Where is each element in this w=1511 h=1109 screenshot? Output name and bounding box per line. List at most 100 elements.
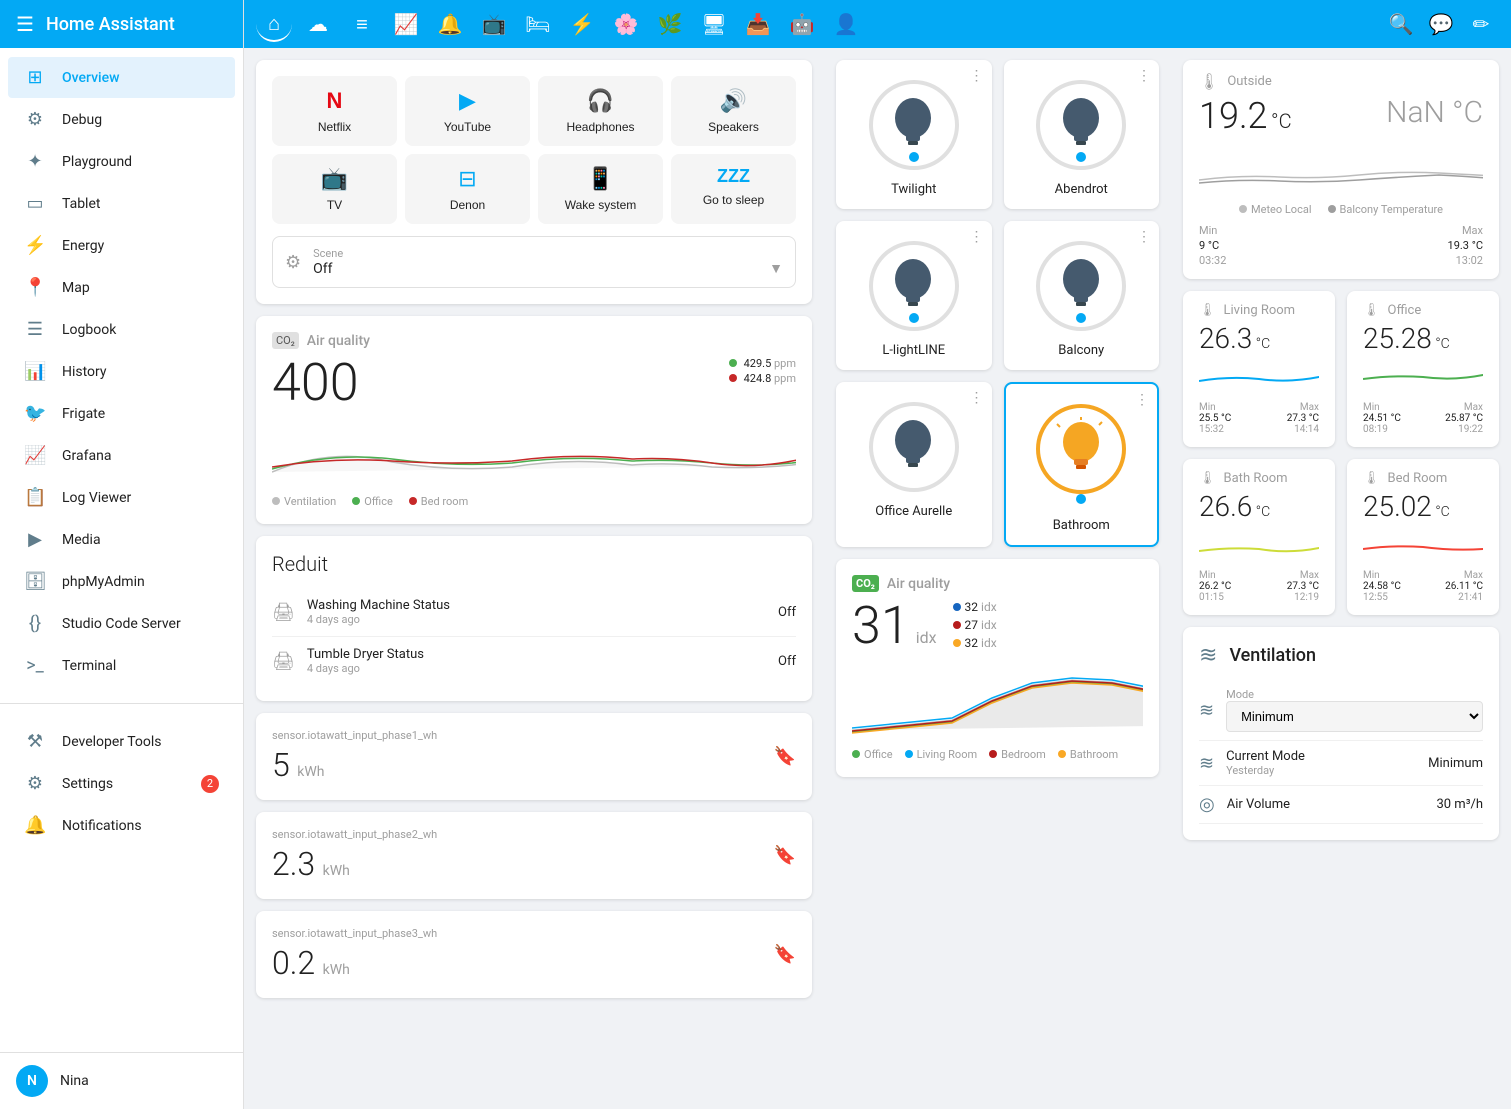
code-icon: {} bbox=[24, 613, 46, 634]
sidebar-item-history[interactable]: 📊 History bbox=[8, 351, 235, 392]
nav-home[interactable]: ⌂ bbox=[256, 6, 292, 42]
air-quality-center-card: CO₂ Air quality 31 idx 32 idx 27 idx 32 … bbox=[836, 559, 1159, 777]
llightline-label: L-lightLINE bbox=[882, 343, 945, 358]
nav-leaf[interactable]: 🌿 bbox=[652, 6, 688, 42]
light-menu-bathroom[interactable]: ⋮ bbox=[1135, 392, 1149, 408]
vent-mode-icon: ≋ bbox=[1199, 700, 1214, 721]
light-menu-llightline[interactable]: ⋮ bbox=[970, 229, 984, 245]
vent-mode-row: ≋ Mode Minimum Normal Maximum bbox=[1199, 680, 1483, 741]
nav-bolt[interactable]: ⚡ bbox=[564, 6, 600, 42]
light-card-llightline[interactable]: ⋮ L-lightLINE bbox=[836, 221, 992, 370]
nav-monitor[interactable]: 🖥 bbox=[696, 6, 732, 42]
bulb-svg-balcony bbox=[1054, 254, 1109, 319]
light-card-balcony[interactable]: ⋮ Balcony bbox=[1004, 221, 1160, 370]
nav-inbox[interactable]: 📥 bbox=[740, 6, 776, 42]
nav-sliders[interactable]: ≡ bbox=[344, 6, 380, 42]
sidebar-item-frigate[interactable]: 🐦 Frigate bbox=[8, 393, 235, 434]
sleep-button[interactable]: ZZZ Go to sleep bbox=[671, 154, 796, 224]
sidebar-item-phpmyadmin[interactable]: 🗄 phpMyAdmin bbox=[8, 561, 235, 602]
chat-icon[interactable]: 💬 bbox=[1423, 6, 1459, 42]
sidebar-item-label: Tablet bbox=[62, 196, 100, 212]
sidebar-item-debug[interactable]: ⚙ Debug bbox=[8, 99, 235, 140]
temp-header-office: 🌡 Office bbox=[1363, 303, 1483, 318]
mode-label: Mode bbox=[1226, 688, 1483, 701]
denon-icon: ⊟ bbox=[458, 166, 476, 192]
aq-dot-2 bbox=[729, 374, 737, 382]
min-temp: 9 °C bbox=[1199, 239, 1340, 252]
sidebar-item-label: Settings bbox=[62, 776, 113, 792]
outside-nan-temp: NaN °C bbox=[1386, 95, 1483, 130]
panel-right: 🌡 Outside 19.2 °C NaN °C bbox=[1171, 48, 1511, 1109]
sidebar-item-tablet[interactable]: ▭ Tablet bbox=[8, 183, 235, 224]
bedroom-temp-unit: °C bbox=[1435, 504, 1449, 520]
search-icon[interactable]: 🔍 bbox=[1383, 6, 1419, 42]
nav-flower[interactable]: 🌸 bbox=[608, 6, 644, 42]
wake-button[interactable]: 📱 Wake system bbox=[538, 154, 663, 224]
sidebar-item-grafana[interactable]: 📈 Grafana bbox=[8, 435, 235, 476]
sidebar-item-label: Grafana bbox=[62, 448, 111, 464]
nav-bed[interactable]: 🛏 bbox=[520, 6, 556, 42]
sidebar-item-notifications[interactable]: 🔔 Notifications bbox=[8, 805, 235, 846]
sidebar-item-codeserver[interactable]: {} Studio Code Server bbox=[8, 603, 235, 644]
mode-select[interactable]: Minimum Normal Maximum bbox=[1226, 701, 1483, 732]
sidebar-item-logviewer[interactable]: 📋 Log Viewer bbox=[8, 477, 235, 518]
sidebar-item-devtools[interactable]: ⚒ Developer Tools bbox=[8, 721, 235, 762]
menu-icon[interactable]: ☰ bbox=[16, 12, 34, 36]
history-icon: 📊 bbox=[24, 361, 46, 382]
outside-legend: Meteo Local Balcony Temperature bbox=[1199, 203, 1483, 216]
nav-robot[interactable]: 🤖 bbox=[784, 6, 820, 42]
chevron-down-icon[interactable]: ▼ bbox=[769, 260, 783, 277]
sidebar-item-overview[interactable]: ⊞ Overview bbox=[8, 57, 235, 98]
sidebar-item-energy[interactable]: ⚡ Energy bbox=[8, 225, 235, 266]
light-menu-twilight[interactable]: ⋮ bbox=[970, 68, 984, 84]
sidebar-item-settings[interactable]: ⚙ Settings 2 bbox=[8, 763, 235, 804]
light-menu-officeaurelle[interactable]: ⋮ bbox=[970, 390, 984, 406]
light-card-abendrot[interactable]: ⋮ Abendrot bbox=[1004, 60, 1160, 209]
light-menu-balcony[interactable]: ⋮ bbox=[1137, 229, 1151, 245]
aq-r2: 27 bbox=[965, 618, 979, 632]
edit-icon[interactable]: ✏ bbox=[1463, 6, 1499, 42]
denon-button[interactable]: ⊟ Denon bbox=[405, 154, 530, 224]
light-menu-abendrot[interactable]: ⋮ bbox=[1137, 68, 1151, 84]
sidebar-user[interactable]: N Nina bbox=[0, 1052, 243, 1109]
light-card-bathroom[interactable]: ⋮ bbox=[1004, 382, 1160, 547]
current-mode-value: Minimum bbox=[1428, 756, 1483, 771]
headphones-button[interactable]: 🎧 Headphones bbox=[538, 76, 663, 146]
light-card-twilight[interactable]: ⋮ Twilight bbox=[836, 60, 992, 209]
air-volume-label: Air Volume bbox=[1227, 797, 1425, 812]
energy-name-2: sensor.iotawatt_input_phase2_wh bbox=[272, 828, 437, 841]
panel-center: ⋮ Twilight ⋮ bbox=[824, 48, 1171, 1109]
energy-unit-1: kWh bbox=[297, 764, 324, 780]
youtube-button[interactable]: ▶ YouTube bbox=[405, 76, 530, 146]
aq-center-title: Air quality bbox=[887, 576, 950, 592]
netflix-button[interactable]: N Netflix bbox=[272, 76, 397, 146]
sidebar-item-map[interactable]: 📍 Map bbox=[8, 267, 235, 308]
washer-icon: 🖨 bbox=[272, 602, 295, 623]
wake-label: Wake system bbox=[565, 198, 637, 212]
aq-center-content: 31 idx 32 idx 27 idx 32 idx bbox=[852, 600, 1143, 652]
sidebar-item-terminal[interactable]: >_ Terminal bbox=[8, 645, 235, 686]
light-circle-llightline bbox=[869, 241, 959, 331]
sensor-row-2: 🖨 Tumble Dryer Status 4 days ago Off bbox=[272, 637, 796, 685]
light-circle-twilight bbox=[869, 80, 959, 170]
nav-chart[interactable]: 📈 bbox=[388, 6, 424, 42]
user-name: Nina bbox=[60, 1073, 89, 1089]
co2-center-icon: CO₂ bbox=[852, 575, 879, 592]
aq-chart-center bbox=[852, 660, 1143, 740]
phone-icon: 📱 bbox=[587, 166, 614, 192]
nav-person[interactable]: 👤 bbox=[828, 6, 864, 42]
tv-button[interactable]: 📺 TV bbox=[272, 154, 397, 224]
nav-cloud[interactable]: ☁ bbox=[300, 6, 336, 42]
bell-icon: 🔔 bbox=[24, 815, 46, 836]
bathroom-temp-val: 26.6 bbox=[1199, 490, 1252, 523]
sidebar-item-label: History bbox=[62, 364, 107, 380]
sidebar-item-playground[interactable]: ✦ Playground bbox=[8, 141, 235, 182]
nav-tv[interactable]: 📺 bbox=[476, 6, 512, 42]
aq-readings: 429.5 ppm 424.8 ppm bbox=[729, 357, 796, 385]
speakers-label: Speakers bbox=[708, 120, 759, 134]
light-card-officeaurelle[interactable]: ⋮ Office Aurelle bbox=[836, 382, 992, 547]
sidebar-item-media[interactable]: ▶ Media bbox=[8, 519, 235, 560]
sidebar-item-logbook[interactable]: ☰ Logbook bbox=[8, 309, 235, 350]
nav-bell[interactable]: 🔔 bbox=[432, 6, 468, 42]
speakers-button[interactable]: 🔊 Speakers bbox=[671, 76, 796, 146]
